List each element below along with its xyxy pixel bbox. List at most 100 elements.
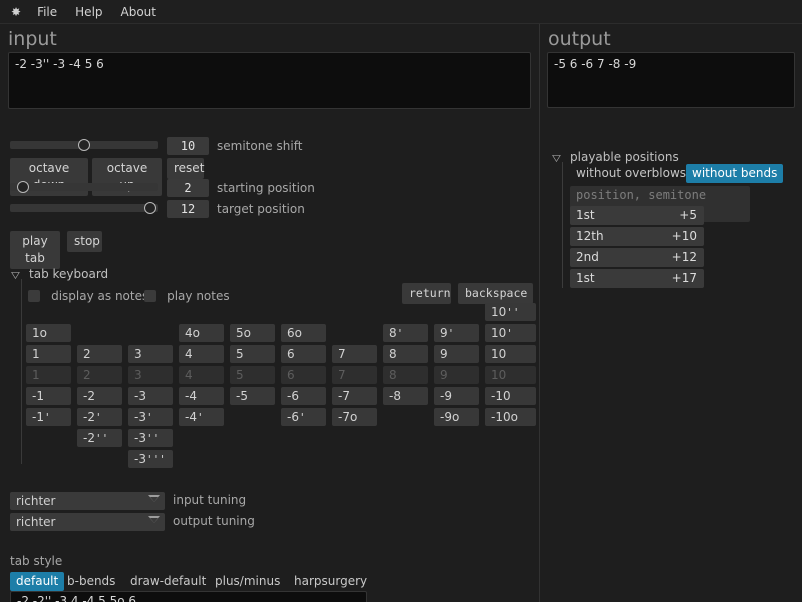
- tab-key[interactable]: 9': [434, 324, 479, 342]
- menu-item-about[interactable]: About: [112, 1, 165, 23]
- tab-style-option-draw-default[interactable]: draw-default: [124, 572, 212, 591]
- tab-key[interactable]: -10o: [485, 408, 536, 426]
- menu-item-file[interactable]: File: [28, 1, 66, 23]
- tab-key[interactable]: 2: [77, 345, 122, 363]
- tab-key-bend-marks: '': [506, 306, 520, 319]
- play-notes-checkbox[interactable]: [144, 289, 156, 302]
- tab-key[interactable]: -6: [281, 387, 326, 405]
- tab-key-bend-marks: ''': [145, 453, 166, 466]
- tab-key[interactable]: 1: [26, 345, 71, 363]
- playable-position-row[interactable]: 12th +10: [570, 227, 704, 246]
- tab-keyboard-disclosure[interactable]: ▽ tab keyboard: [11, 263, 108, 282]
- tab-key-bend-marks: '': [145, 432, 160, 445]
- tab-key[interactable]: -9o: [434, 408, 479, 426]
- tab-key[interactable]: -9: [434, 387, 479, 405]
- tab-key[interactable]: -3': [128, 408, 173, 426]
- reset-button[interactable]: reset: [167, 158, 204, 179]
- playable-position-row[interactable]: 1st +17: [570, 269, 704, 288]
- slider-track: [10, 183, 158, 191]
- tab-key[interactable]: -1': [26, 408, 71, 426]
- play-notes-checkbox-group[interactable]: play notes: [144, 285, 230, 304]
- tab-style-option-default[interactable]: default: [10, 572, 65, 591]
- semitone-shift-value[interactable]: 10: [167, 137, 209, 155]
- tab-key[interactable]: 8': [383, 324, 428, 342]
- tab-key[interactable]: -4': [179, 408, 224, 426]
- tab-key[interactable]: 10': [485, 324, 536, 342]
- display-as-notes-checkbox[interactable]: [28, 289, 40, 302]
- target-position-slider[interactable]: [10, 202, 158, 214]
- playable-position-row[interactable]: 1st +5: [570, 206, 704, 225]
- playable-position-semitone: +5: [679, 208, 697, 222]
- backspace-key-button[interactable]: backspace: [458, 283, 533, 304]
- target-position-value[interactable]: 12: [167, 200, 209, 218]
- semitone-shift-slider[interactable]: [10, 139, 158, 151]
- tab-key[interactable]: -2: [77, 387, 122, 405]
- tab-key-base: 10: [491, 326, 507, 340]
- tab-key[interactable]: -4: [179, 387, 224, 405]
- output-tuning-select[interactable]: richter: [10, 513, 165, 531]
- tab-key[interactable]: -5: [230, 387, 275, 405]
- menu-item-help[interactable]: Help: [66, 1, 111, 23]
- tab-key[interactable]: 10'': [485, 303, 536, 321]
- input-tuning-value: richter: [16, 494, 56, 508]
- tab-key-base: -6: [287, 410, 299, 424]
- tab-key[interactable]: 4: [179, 366, 224, 384]
- tab-key[interactable]: 7: [332, 345, 377, 363]
- tab-key[interactable]: 1o: [26, 324, 71, 342]
- slider-knob[interactable]: [17, 181, 30, 193]
- tab-key-base: -3: [134, 410, 146, 424]
- tab-key[interactable]: 7: [332, 366, 377, 384]
- tab-key[interactable]: 10: [485, 345, 536, 363]
- tab-key[interactable]: 5o: [230, 324, 275, 342]
- input-tuning-select[interactable]: richter: [10, 492, 165, 510]
- tab-without-bends[interactable]: without bends: [686, 164, 784, 183]
- playable-positions-disclosure[interactable]: ▽ playable positions: [552, 146, 679, 165]
- tab-key[interactable]: -8: [383, 387, 428, 405]
- tab-style-preview[interactable]: -2 -2'' -3 4 -4 5 5o 6: [10, 591, 367, 602]
- chevron-down-icon: [148, 516, 160, 523]
- tab-key[interactable]: 3: [128, 366, 173, 384]
- tab-key[interactable]: -6': [281, 408, 326, 426]
- tab-key[interactable]: 1: [26, 366, 71, 384]
- tab-style-option-b-bends[interactable]: b-bends: [61, 572, 121, 591]
- tab-without-overblows[interactable]: without overblows: [570, 164, 692, 183]
- tab-key[interactable]: 9: [434, 366, 479, 384]
- tab-key[interactable]: 4: [179, 345, 224, 363]
- slider-knob[interactable]: [143, 202, 156, 214]
- starting-position-slider[interactable]: [10, 181, 158, 193]
- tab-key[interactable]: -7o: [332, 408, 377, 426]
- tab-key[interactable]: -10: [485, 387, 536, 405]
- tab-key[interactable]: -1: [26, 387, 71, 405]
- playable-position-row[interactable]: 2nd +12: [570, 248, 704, 267]
- tab-key[interactable]: 10: [485, 366, 536, 384]
- tab-style-option-plus-minus[interactable]: plus/minus: [209, 572, 286, 591]
- tab-style-option-harpsurgery[interactable]: harpsurgery: [288, 572, 373, 591]
- tab-key[interactable]: -3'': [128, 429, 173, 447]
- tab-key-base: -2: [83, 410, 95, 424]
- tab-key[interactable]: 6: [281, 345, 326, 363]
- tab-key[interactable]: 8: [383, 345, 428, 363]
- slider-knob[interactable]: [78, 139, 90, 151]
- tab-key[interactable]: 4o: [179, 324, 224, 342]
- input-tab-textarea[interactable]: -2 -3'' -3 -4 5 6: [8, 52, 531, 109]
- tab-key[interactable]: 5: [230, 345, 275, 363]
- tab-key[interactable]: 6: [281, 366, 326, 384]
- display-as-notes-checkbox-group[interactable]: display as notes: [28, 285, 148, 304]
- return-key-button[interactable]: return: [402, 283, 451, 304]
- tab-key[interactable]: -2': [77, 408, 122, 426]
- starting-position-value[interactable]: 2: [167, 179, 209, 197]
- tab-key[interactable]: 5: [230, 366, 275, 384]
- tab-key[interactable]: 6o: [281, 324, 326, 342]
- tab-key[interactable]: -3''': [128, 450, 173, 468]
- tab-key[interactable]: 3: [128, 345, 173, 363]
- tab-key[interactable]: -7: [332, 387, 377, 405]
- tab-key-bend-marks: ': [94, 411, 102, 424]
- output-tab-textarea: -5 6 -6 7 -8 -9: [547, 52, 795, 108]
- tab-key[interactable]: 2: [77, 366, 122, 384]
- tab-key[interactable]: -2'': [77, 429, 122, 447]
- tab-key[interactable]: 9: [434, 345, 479, 363]
- tab-key[interactable]: 8: [383, 366, 428, 384]
- tab-key[interactable]: -3: [128, 387, 173, 405]
- asterisk-icon[interactable]: ✸: [0, 2, 28, 22]
- stop-button[interactable]: stop: [67, 231, 102, 252]
